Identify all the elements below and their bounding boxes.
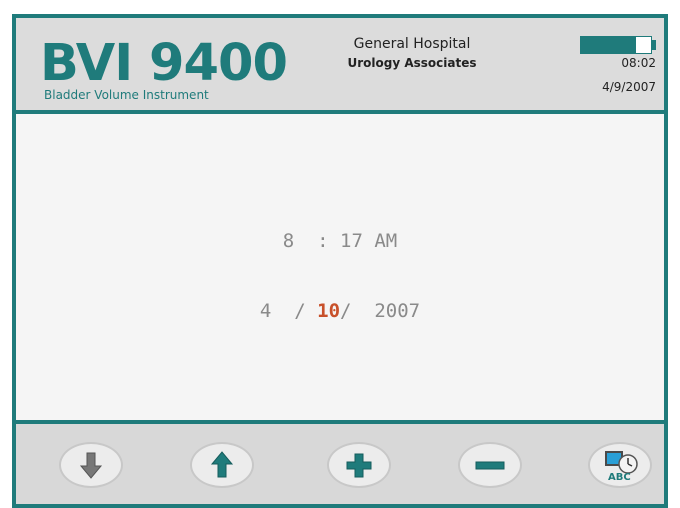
date-slash-1: / — [294, 300, 306, 322]
clock-abc-button[interactable]: ABC — [588, 442, 652, 488]
time-separator — [306, 230, 317, 252]
practice-name: Urology Associates — [347, 56, 477, 70]
time-editor: 8 : 17 AM — [16, 230, 664, 252]
date-slash-2: / — [340, 300, 352, 322]
date-month[interactable]: 4 — [260, 300, 271, 322]
date-day[interactable]: 10 — [317, 300, 340, 322]
status-clock: 08:02 — [621, 56, 656, 70]
up-arrow-icon — [210, 451, 234, 478]
header-bar: BVI 9400 Bladder Volume Instrument Gener… — [16, 18, 664, 110]
plus-icon — [346, 453, 372, 478]
logo-subtitle: Bladder Volume Instrument — [44, 88, 209, 102]
battery-indicator — [580, 36, 652, 54]
time-colon: : — [317, 230, 329, 252]
plus-button[interactable] — [327, 442, 391, 488]
status-date: 4/9/2007 — [602, 80, 656, 94]
down-button[interactable] — [59, 442, 123, 488]
time-minute[interactable]: 17 — [340, 230, 363, 252]
device-frame: BVI 9400 Bladder Volume Instrument Gener… — [12, 14, 668, 508]
date-year[interactable]: 2007 — [374, 300, 420, 322]
hospital-name: General Hospital — [353, 36, 471, 52]
time-hour[interactable]: 8 — [283, 230, 294, 252]
main-panel: 8 : 17 AM 4 / 10/ 2007 — [16, 114, 664, 420]
minus-button[interactable] — [458, 442, 522, 488]
up-button[interactable] — [190, 442, 254, 488]
battery-tip — [652, 40, 656, 50]
minus-icon — [475, 461, 505, 470]
logo-title: BVI 9400 — [40, 34, 288, 93]
abc-label: ABC — [608, 472, 631, 483]
footer-toolbar: ABC — [16, 424, 664, 504]
down-arrow-icon — [79, 452, 103, 479]
battery-fill — [581, 37, 636, 53]
time-ampm[interactable]: AM — [374, 230, 397, 252]
date-editor: 4 / 10/ 2007 — [16, 300, 664, 322]
